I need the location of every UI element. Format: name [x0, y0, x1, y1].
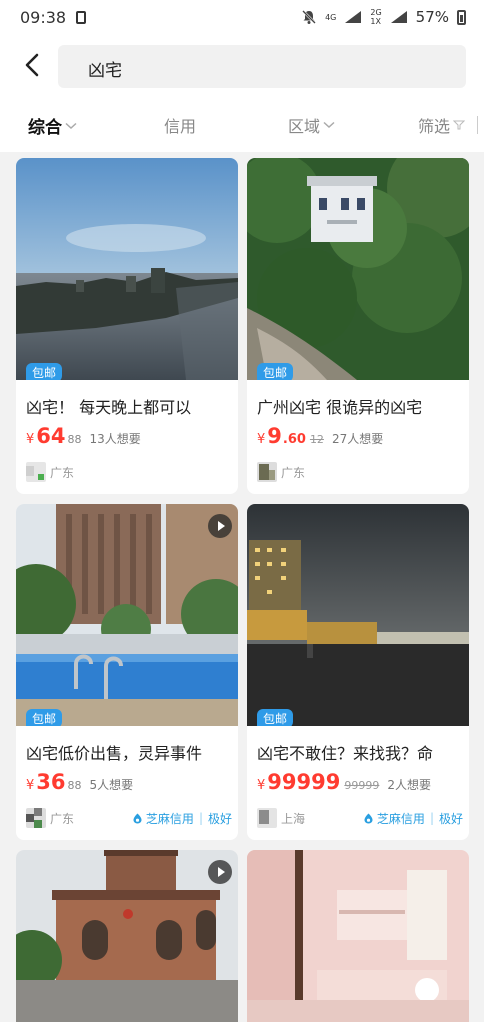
- video-play-icon: [208, 860, 232, 884]
- price: 99999: [267, 770, 341, 794]
- currency-symbol: ¥: [257, 432, 266, 447]
- want-count: 27人想要: [331, 432, 384, 446]
- currency-symbol: ¥: [26, 778, 35, 793]
- filter-screen[interactable]: 筛选: [418, 113, 466, 137]
- filter-screen-label: 筛选: [418, 117, 451, 136]
- listing-card[interactable]: [16, 850, 238, 1022]
- network-indicator: 4G: [325, 13, 336, 22]
- filter-area[interactable]: 区域: [288, 113, 335, 137]
- free-shipping-badge: 包邮: [26, 709, 63, 726]
- filter-comprehensive-label: 综合: [28, 118, 62, 138]
- seller-row: 广东 芝麻信用 | 极好: [26, 808, 232, 828]
- listing-photo: [16, 850, 238, 1022]
- network-top-label: 4G: [325, 12, 337, 22]
- sesame-credit: 芝麻信用 | 极好: [363, 810, 463, 827]
- search-header: 凶宅: [0, 36, 484, 96]
- seller-location: 上海: [281, 811, 306, 826]
- price-decimal: .60: [282, 432, 306, 447]
- signal-icon: [345, 11, 362, 23]
- network-bottom-label: 2G: [370, 8, 382, 17]
- back-arrow-icon[interactable]: [20, 52, 46, 78]
- filter-area-label: 区域: [288, 117, 321, 136]
- listing-title: 凶宅！ 每天晚上都可以: [26, 398, 192, 417]
- battery-icon: [457, 9, 466, 25]
- price-row: ¥ 99999 99999 2人想要: [257, 770, 431, 794]
- listing-photo: 包邮: [16, 158, 238, 380]
- price-row: ¥ 36 88 5人想要: [26, 770, 133, 794]
- want-count: 5人想要: [89, 778, 134, 792]
- flame-icon: [364, 813, 373, 823]
- seller-row: 上海 芝麻信用 | 极好: [257, 808, 463, 828]
- price: 64: [36, 424, 66, 448]
- seller-avatar[interactable]: [257, 462, 277, 482]
- search-query: 凶宅: [88, 61, 122, 81]
- divider: [477, 116, 478, 134]
- status-right: 4G 2G 1X 57%: [301, 8, 466, 26]
- listing-photo: [247, 850, 469, 1022]
- want-count: 2人想要: [387, 778, 431, 792]
- network-indicator-2: 2G 1X: [370, 8, 381, 26]
- listing-card[interactable]: 包邮 凶宅不敢住？来找我？命 ¥ 99999 99999 2人想要 上海 芝麻信…: [247, 504, 469, 840]
- sesame-credit: 芝麻信用 | 极好: [132, 810, 232, 827]
- seller-row: 广东: [26, 462, 232, 482]
- price-decimal: 88: [67, 779, 82, 792]
- seller-avatar[interactable]: [26, 462, 46, 482]
- mute-bell-icon: [302, 10, 316, 24]
- currency-symbol: ¥: [257, 778, 266, 793]
- filter-credit-label: 信用: [164, 117, 197, 136]
- flame-icon: [133, 813, 142, 823]
- listing-card[interactable]: 包邮 广州凶宅 很诡异的凶宅 ¥ 9 .60 12 27人想要 广东: [247, 158, 469, 494]
- chevron-down-icon: [323, 121, 335, 129]
- listing-card[interactable]: [247, 850, 469, 1022]
- listing-photo: 包邮: [247, 504, 469, 726]
- currency-symbol: ¥: [26, 432, 35, 447]
- listing-title: 凶宅低价出售，灵异事件: [26, 744, 203, 763]
- credit-label: 芝麻信用: [376, 811, 425, 826]
- seller-avatar[interactable]: [257, 808, 277, 828]
- listing-photo: 包邮: [16, 504, 238, 726]
- seller-row: 广东: [257, 462, 463, 482]
- free-shipping-badge: 包邮: [257, 363, 294, 380]
- seller-location: 广东: [281, 465, 306, 480]
- funnel-icon: [453, 120, 466, 130]
- seller-location: 广东: [50, 811, 75, 826]
- price-decimal: 88: [67, 433, 82, 446]
- network-sub-label: 1X: [370, 17, 381, 26]
- credit-rating: 极好: [438, 811, 463, 826]
- listing-title: 凶宅不敢住？来找我？命: [257, 744, 434, 763]
- original-price: 12: [309, 433, 324, 446]
- listing-card[interactable]: 包邮 凶宅！ 每天晚上都可以 ¥ 64 88 13人想要 广东: [16, 158, 238, 494]
- seller-avatar[interactable]: [26, 808, 46, 828]
- sim-icon: [76, 11, 86, 24]
- filter-bar: 综合 信用 区域 筛选: [0, 96, 484, 152]
- credit-label: 芝麻信用: [145, 811, 194, 826]
- status-time: 09:38: [20, 8, 67, 27]
- price: 9: [267, 424, 282, 448]
- filter-comprehensive[interactable]: 综合: [28, 113, 77, 138]
- listing-title: 广州凶宅 很诡异的凶宅: [257, 398, 423, 417]
- chevron-down-icon: [65, 122, 77, 129]
- seller-location: 广东: [50, 465, 75, 480]
- filter-credit[interactable]: 信用: [164, 113, 196, 137]
- credit-separator: |: [198, 811, 203, 825]
- price-row: ¥ 9 .60 12 27人想要: [257, 424, 383, 448]
- credit-separator: |: [429, 811, 434, 825]
- original-price: 99999: [344, 779, 380, 792]
- listing-card[interactable]: 包邮 凶宅低价出售，灵异事件 ¥ 36 88 5人想要 广东 芝麻信用 | 极好: [16, 504, 238, 840]
- free-shipping-badge: 包邮: [257, 709, 294, 726]
- want-count: 13人想要: [89, 432, 141, 446]
- signal-icon-2: [390, 11, 407, 23]
- listing-photo: 包邮: [247, 158, 469, 380]
- status-bar: 09:38 4G 2G 1X 57%: [0, 0, 484, 36]
- video-play-icon: [208, 514, 232, 538]
- battery-percent: 57%: [415, 8, 449, 26]
- free-shipping-badge: 包邮: [26, 363, 63, 380]
- search-input[interactable]: 凶宅: [58, 45, 466, 88]
- price-row: ¥ 64 88 13人想要: [26, 424, 141, 448]
- credit-rating: 极好: [207, 811, 232, 826]
- price: 36: [36, 770, 66, 794]
